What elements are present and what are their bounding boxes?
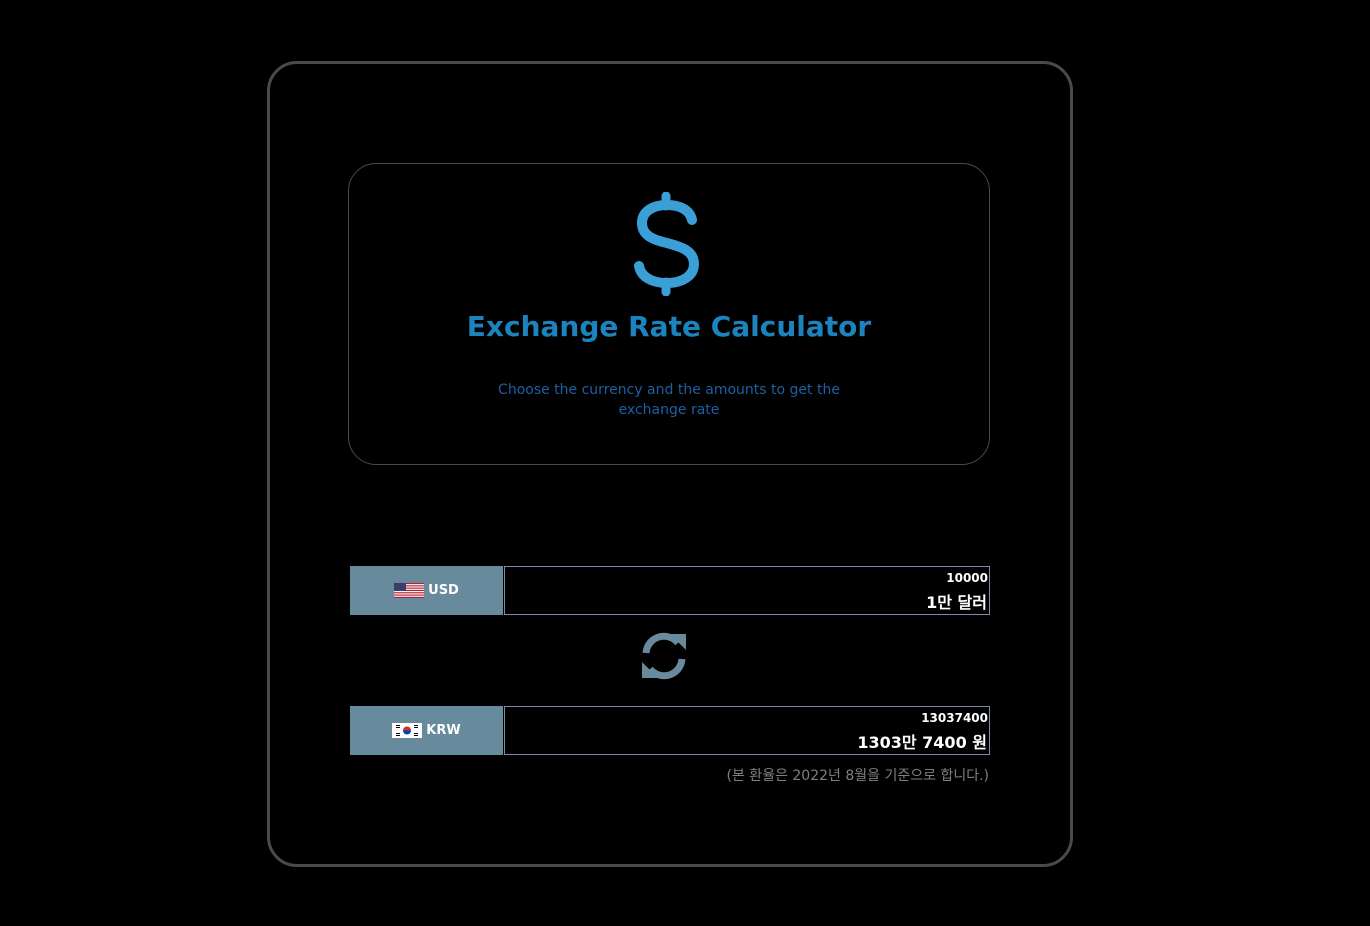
from-currency-code: USD xyxy=(428,583,459,598)
rate-basis-note: (본 환율은 2022년 8월을 기준으로 합니다.) xyxy=(726,768,989,784)
dollar-icon xyxy=(634,192,700,296)
to-currency-select[interactable]: KRW xyxy=(350,706,503,755)
to-amount-box[interactable]: 1303만 7400 원 xyxy=(504,706,990,755)
page-title: Exchange Rate Calculator xyxy=(466,310,872,343)
from-amount-input[interactable] xyxy=(688,571,988,585)
from-amount-box[interactable]: 1만 달러 xyxy=(504,566,990,615)
from-currency-select[interactable]: USD xyxy=(350,566,503,615)
to-currency-code: KRW xyxy=(426,723,461,738)
header-card: Exchange Rate Calculator Choose the curr… xyxy=(348,163,990,465)
from-currency-row: USD 1만 달러 xyxy=(350,566,990,615)
to-currency-row: KRW 1303만 7400 원 xyxy=(350,706,990,755)
from-amount-korean: 1만 달러 xyxy=(926,593,987,612)
page-subtitle: Choose the currency and the amounts to g… xyxy=(498,382,840,418)
to-amount-input[interactable] xyxy=(688,711,988,725)
to-amount-korean: 1303만 7400 원 xyxy=(857,733,987,752)
kr-flag-icon xyxy=(392,723,423,738)
us-flag-icon xyxy=(394,583,425,598)
swap-arrows-icon[interactable] xyxy=(638,630,690,682)
